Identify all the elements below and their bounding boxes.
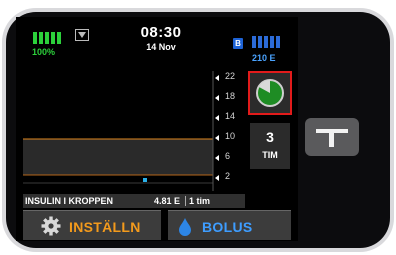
scale-tick-arrow	[215, 115, 219, 121]
time-range-button[interactable]: 3 TIM	[250, 123, 290, 169]
time-range-value: 3	[266, 129, 274, 145]
cgm-reading-point	[143, 178, 147, 182]
cgm-sensor-icon	[256, 79, 284, 107]
insulin-drop-icon	[179, 218, 191, 236]
scale-label: 14	[225, 111, 236, 121]
insulin-units: 210 E	[252, 53, 276, 63]
scale-tick-arrow	[215, 175, 219, 181]
clock-time: 08:30	[140, 24, 182, 41]
battery-icon	[33, 32, 61, 44]
scale-tick-arrow	[215, 95, 219, 101]
reservoir-tip	[276, 38, 278, 45]
clock-date: 14 Nov	[146, 42, 176, 52]
target-range-band	[23, 139, 213, 175]
t-logo-icon	[316, 129, 348, 147]
scale-tick-arrow	[215, 155, 219, 161]
cgm-status-button[interactable]	[248, 71, 292, 115]
bluetooth-icon: B	[233, 38, 243, 49]
status-bar: 100% 08:30 14 Nov B 210 E	[16, 17, 298, 63]
signal-icon	[75, 29, 89, 41]
iob-label: INSULIN I KROPPEN	[25, 196, 114, 206]
scale-label: 18	[225, 91, 236, 101]
iob-divider	[185, 196, 186, 206]
home-button[interactable]	[305, 118, 359, 156]
settings-label: INSTÄLLN	[69, 219, 141, 235]
battery-tip	[58, 35, 60, 41]
scale-label: 2	[225, 171, 231, 181]
pump-screen: 100% 08:30 14 Nov B 210 E 22 18 14 10 6 …	[16, 17, 298, 241]
scale-label: 22	[225, 71, 236, 81]
settings-button[interactable]: INSTÄLLN	[23, 210, 161, 240]
time-range-unit: TIM	[262, 150, 278, 160]
gear-icon	[41, 216, 61, 236]
battery-percent: 100%	[32, 47, 56, 57]
bolus-button[interactable]: BOLUS	[168, 210, 291, 240]
iob-duration: 1 tim	[189, 196, 211, 206]
iob-value: 4.81 E	[154, 196, 181, 206]
scale-label: 6	[225, 151, 231, 161]
insulin-on-board-bar[interactable]: INSULIN I KROPPEN 4.81 E 1 tim	[23, 194, 245, 208]
scale-tick-arrow	[215, 75, 219, 81]
scale-label: 10	[225, 131, 236, 141]
scale-tick-arrow	[215, 135, 219, 141]
bolus-label: BOLUS	[202, 219, 253, 235]
